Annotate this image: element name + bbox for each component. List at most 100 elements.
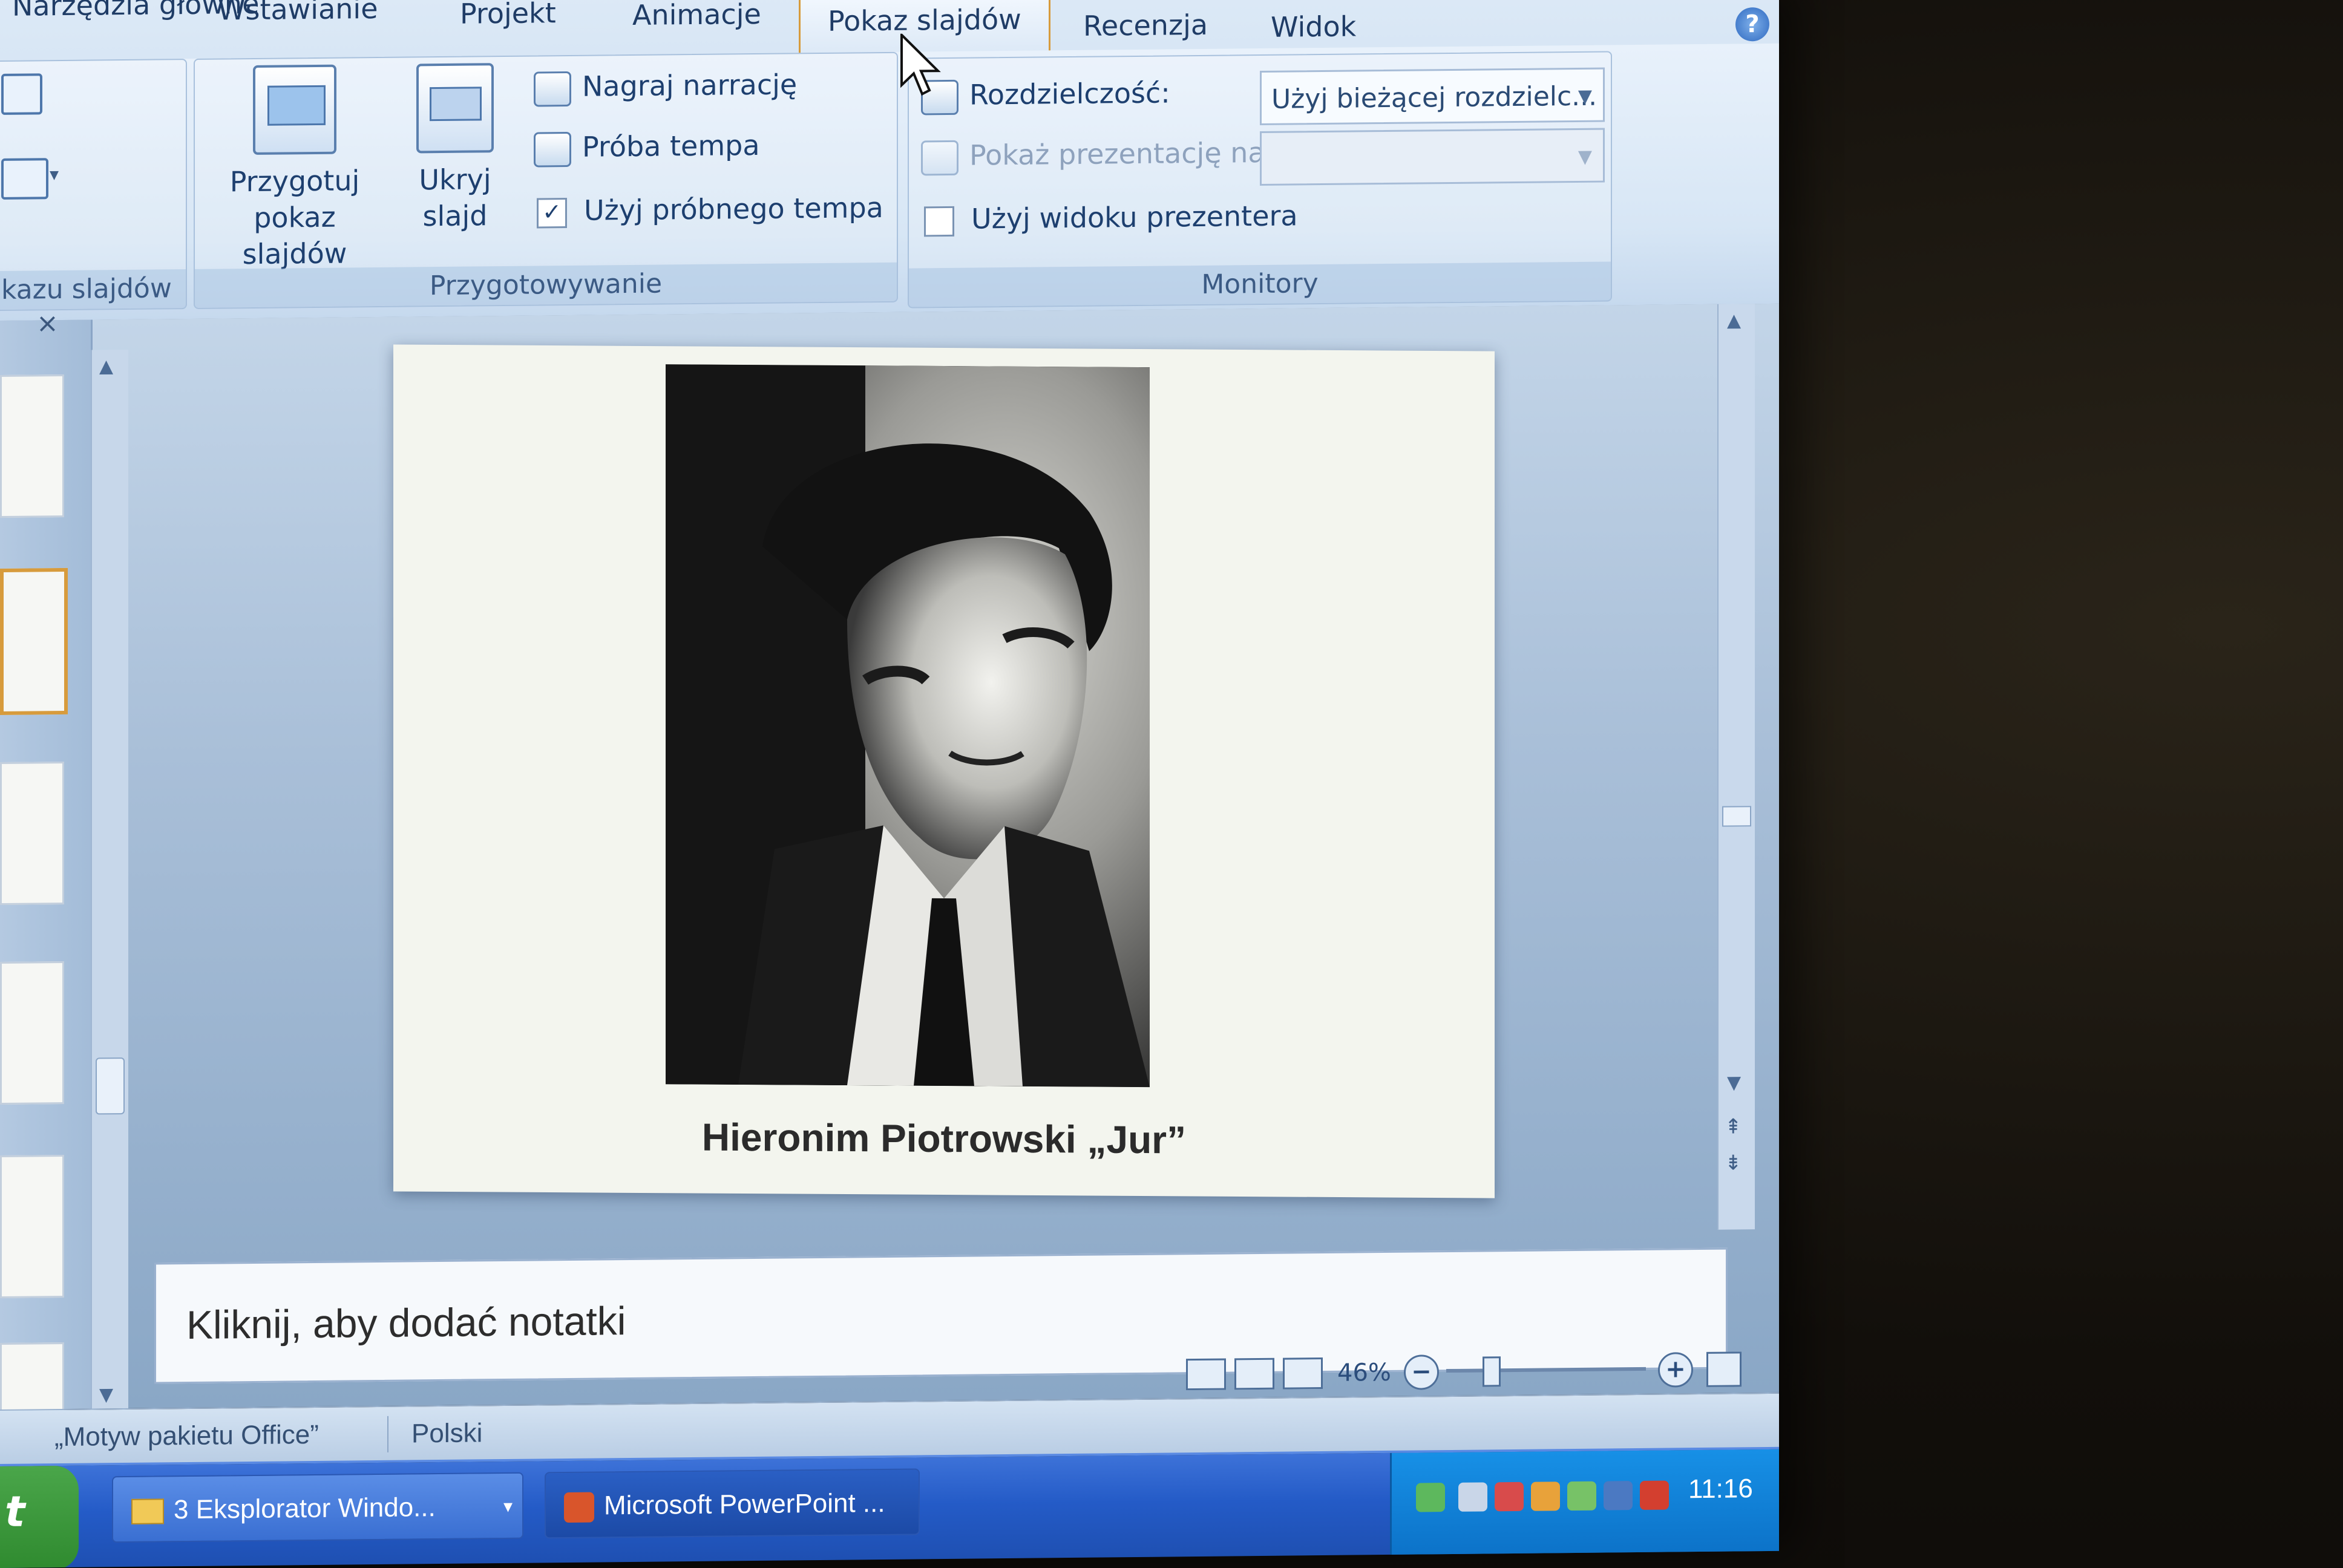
tab-insert[interactable]: Wstawianie	[218, 0, 378, 41]
chevron-down-icon: ▼	[1578, 85, 1592, 107]
scroll-thumb[interactable]	[96, 1057, 125, 1115]
resolution-value: Użyj bieżącej rozdzielc...	[1271, 80, 1598, 115]
setup-slideshow-icon	[253, 64, 336, 155]
presenter-view-label: Użyj widoku prezentera	[971, 199, 1298, 235]
use-rehearsed-timings-checkbox[interactable]: ✓ Użyj próbnego tempa	[537, 183, 883, 235]
fit-to-window-icon[interactable]	[1706, 1351, 1742, 1387]
zoom-slider[interactable]	[1446, 1367, 1646, 1373]
ribbon-body: ▾ kazu slajdów Przygotuj pokaz slajdów U…	[0, 43, 1779, 321]
powerpoint-window: Narzędzia główne Wstawianie Projekt Anim…	[0, 0, 1779, 1568]
stopwatch-icon	[534, 131, 571, 168]
checkbox-checked-icon: ✓	[537, 197, 567, 228]
microphone-icon	[534, 71, 571, 107]
tab-review[interactable]: Recenzja	[1083, 0, 1208, 56]
checkbox-unchecked-icon	[924, 206, 954, 237]
slide-thumbnail-pane: ×	[0, 308, 93, 1413]
taskbar-item-powerpoint[interactable]: Microsoft PowerPoint ...	[545, 1468, 920, 1539]
group-setup: Przygotuj pokaz slajdów Ukryj slajd Nagr…	[194, 51, 898, 309]
next-slide-icon[interactable]: ⇟	[1725, 1151, 1742, 1175]
theme-name: „Motyw pakietu Office”	[54, 1419, 319, 1452]
from-beginning-icon[interactable]	[1, 73, 42, 115]
group-monitors: Rozdzielczość: Użyj bieżącej rozdzielc..…	[908, 51, 1612, 309]
powerpoint-icon	[564, 1492, 594, 1523]
slide-thumbnail[interactable]	[0, 1154, 64, 1298]
windows-taskbar: t 3 Eksplorator Windo... ▾ Microsoft Pow…	[0, 1446, 1779, 1568]
taskbar-item-explorer[interactable]: 3 Eksplorator Windo... ▾	[112, 1472, 523, 1543]
language[interactable]: Polski	[411, 1406, 482, 1461]
view-zoom-bar: 46% − +	[1180, 1344, 1755, 1398]
presenter-view-checkbox[interactable]: Użyj widoku prezentera	[924, 191, 1298, 243]
system-tray: 11:16	[1390, 1449, 1779, 1557]
workspace: × ▲ ▼ Hieronim Piotrowski „Jur” ▲ ▼ ⇞ ⇟ …	[0, 303, 1779, 1413]
scroll-up-icon[interactable]: ▲	[99, 356, 113, 377]
slide-sorter-icon[interactable]	[1234, 1357, 1274, 1390]
slide-scrollbar[interactable]: ▲ ▼ ⇞ ⇟	[1717, 304, 1755, 1230]
previous-slide-icon[interactable]: ⇞	[1725, 1114, 1742, 1138]
scroll-down-icon[interactable]: ▼	[1727, 1072, 1741, 1093]
record-narration-button[interactable]: Nagraj narrację	[534, 60, 797, 111]
status-divider	[387, 1416, 388, 1452]
slide-show-view-icon[interactable]	[1283, 1357, 1323, 1390]
resolution-label: Rozdzielczość:	[969, 76, 1170, 111]
thumbnail-scrollbar[interactable]: ▲ ▼	[91, 349, 128, 1409]
slide-caption[interactable]: Hieronim Piotrowski „Jur”	[393, 1112, 1495, 1164]
zoom-slider-thumb[interactable]	[1483, 1356, 1501, 1387]
scroll-thumb[interactable]	[1722, 806, 1751, 827]
zoom-level[interactable]: 46%	[1337, 1359, 1391, 1387]
tab-design[interactable]: Projekt	[460, 0, 556, 44]
slide-thumbnail[interactable]	[0, 961, 64, 1105]
hide-slide-label-2: slajd	[422, 199, 488, 233]
setup-show-label-2: pokaz slajdów	[242, 200, 347, 271]
updates-icon[interactable]	[1531, 1481, 1560, 1511]
help-icon[interactable]: ?	[1735, 7, 1769, 42]
group-start-slideshow-label: kazu slajdów	[0, 269, 186, 310]
tab-animations[interactable]: Animacje	[632, 0, 761, 45]
record-narration-label: Nagraj narrację	[582, 68, 798, 103]
slide-thumbnail[interactable]	[0, 1342, 64, 1413]
notes-placeholder: Kliknij, aby dodać notatki	[186, 1298, 626, 1348]
speaker-icon[interactable]	[1458, 1482, 1487, 1512]
hide-slide-button[interactable]: Ukryj slajd	[410, 63, 500, 234]
slide-thumbnail-selected[interactable]	[0, 567, 68, 715]
network-icon[interactable]	[1416, 1483, 1445, 1512]
zoom-in-icon[interactable]: +	[1658, 1352, 1693, 1388]
group-setup-label: Przygotowywanie	[195, 262, 897, 308]
display-icon[interactable]	[1604, 1481, 1633, 1511]
clock[interactable]: 11:16	[1688, 1474, 1753, 1504]
use-rehearsed-timings-label: Użyj próbnego tempa	[584, 191, 883, 227]
chevron-down-icon[interactable]: ▾	[50, 164, 59, 185]
taskbar-item-powerpoint-label: Microsoft PowerPoint ...	[604, 1488, 885, 1521]
monitor-disabled-icon	[921, 140, 958, 175]
zoom-out-icon[interactable]: −	[1404, 1354, 1439, 1390]
ribbon: Narzędzia główne Wstawianie Projekt Anim…	[0, 0, 1779, 322]
show-on-label-row: Pokaż prezentację na:	[921, 128, 1274, 180]
setup-show-label-1: Przygotuj	[229, 164, 360, 198]
group-start-slideshow: ▾ kazu slajdów	[0, 59, 187, 312]
hide-slide-label-1: Ukryj	[419, 163, 491, 197]
setup-show-button[interactable]: Przygotuj pokaz slajdów	[207, 64, 382, 273]
portrait-photo	[666, 364, 1150, 1088]
chevron-down-icon: ▾	[503, 1496, 513, 1517]
folder-icon	[131, 1498, 164, 1525]
portrait-image	[666, 364, 1150, 1088]
resolution-dropdown[interactable]: Użyj bieżącej rozdzielc... ▼	[1260, 67, 1605, 126]
show-on-label: Pokaż prezentację na:	[969, 136, 1275, 172]
scroll-down-icon[interactable]: ▼	[99, 1384, 113, 1405]
slide-thumbnail[interactable]	[0, 374, 64, 518]
rehearse-timings-button[interactable]: Próba tempa	[534, 121, 760, 172]
scroll-up-icon[interactable]: ▲	[1727, 310, 1741, 331]
antivirus-icon[interactable]	[1640, 1480, 1669, 1510]
slide-thumbnail[interactable]	[0, 761, 64, 905]
group-monitors-label: Monitory	[909, 261, 1611, 307]
security-icon[interactable]	[1495, 1481, 1524, 1512]
usb-icon[interactable]	[1567, 1481, 1596, 1511]
chevron-down-icon: ▼	[1578, 146, 1592, 168]
normal-view-icon[interactable]	[1186, 1358, 1226, 1391]
slide-canvas[interactable]: Hieronim Piotrowski „Jur”	[393, 344, 1495, 1198]
rehearse-timings-label: Próba tempa	[582, 128, 760, 163]
start-button[interactable]: t	[0, 1465, 79, 1568]
custom-show-icon[interactable]	[1, 158, 48, 200]
hide-slide-icon	[416, 63, 494, 154]
close-icon[interactable]: ×	[36, 308, 59, 339]
show-on-dropdown[interactable]: ▼	[1260, 128, 1605, 186]
